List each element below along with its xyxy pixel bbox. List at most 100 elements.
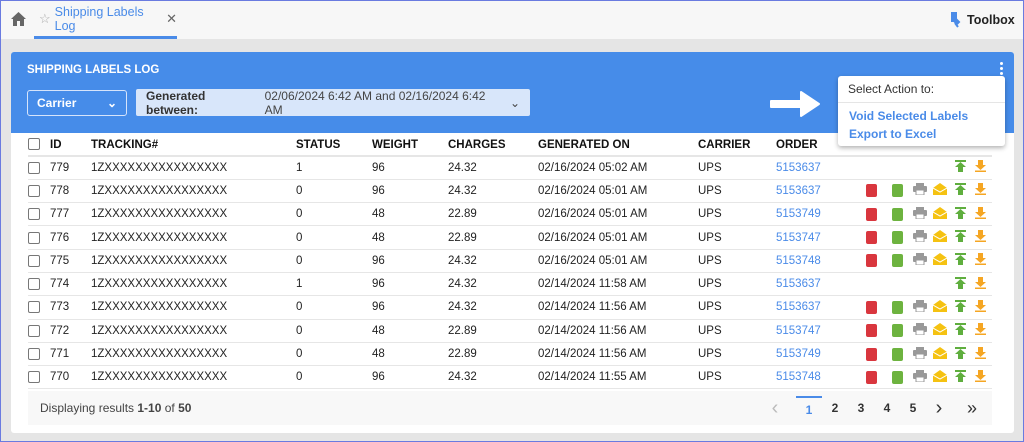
pdf-icon[interactable]	[858, 207, 884, 221]
row-checkbox[interactable]	[28, 161, 40, 174]
order-link[interactable]: 5153637	[776, 301, 821, 313]
cell-carrier: UPS	[698, 278, 722, 291]
email-icon[interactable]	[930, 299, 950, 315]
column-id[interactable]: ID	[50, 134, 91, 157]
upload-icon[interactable]	[950, 160, 970, 175]
printer-icon[interactable]	[910, 323, 930, 338]
column-charges[interactable]: CHARGES	[448, 134, 538, 157]
pdf-icon[interactable]	[858, 347, 884, 361]
home-icon[interactable]	[11, 12, 26, 26]
printer-icon[interactable]	[910, 253, 930, 268]
download-icon[interactable]	[970, 323, 990, 338]
order-link[interactable]: 5153637	[776, 278, 821, 290]
void-selected-labels-item[interactable]: Void Selected Labels	[838, 107, 1005, 125]
order-link[interactable]: 5153749	[776, 348, 821, 360]
upload-icon[interactable]	[950, 230, 970, 245]
download-icon[interactable]	[970, 253, 990, 268]
download-icon[interactable]	[970, 183, 990, 198]
order-link[interactable]: 5153748	[776, 255, 821, 267]
row-checkbox[interactable]	[28, 254, 40, 267]
row-checkbox[interactable]	[28, 301, 40, 314]
printer-icon[interactable]	[910, 183, 930, 198]
upload-icon[interactable]	[950, 276, 970, 292]
email-icon[interactable]	[930, 183, 950, 198]
column-status[interactable]: STATUS	[296, 134, 372, 157]
pdf-icon[interactable]	[858, 184, 884, 198]
download-icon[interactable]	[970, 206, 990, 222]
pdf-green-icon[interactable]	[884, 184, 910, 198]
row-checkbox[interactable]	[28, 184, 40, 197]
email-icon[interactable]	[930, 323, 950, 338]
pdf-green-icon[interactable]	[884, 324, 910, 338]
next-page-button[interactable]: ›	[926, 397, 952, 420]
upload-icon[interactable]	[950, 299, 970, 315]
pdf-green-icon[interactable]	[884, 300, 910, 314]
printer-icon[interactable]	[910, 230, 930, 245]
printer-icon[interactable]	[910, 299, 930, 315]
last-page-button[interactable]: »	[952, 398, 992, 419]
date-range-filter[interactable]: Generated between: 02/06/2024 6:42 AM and…	[136, 89, 530, 117]
star-icon[interactable]: ☆	[39, 11, 51, 27]
printer-icon[interactable]	[910, 346, 930, 362]
order-link[interactable]: 5153747	[776, 232, 821, 244]
page-3-button[interactable]: 3	[848, 401, 874, 415]
page-5-button[interactable]: 5	[900, 401, 926, 415]
pdf-icon[interactable]	[858, 300, 884, 314]
order-link[interactable]: 5153637	[776, 185, 821, 197]
row-checkbox[interactable]	[28, 231, 40, 244]
download-icon[interactable]	[970, 230, 990, 245]
toolbox-button[interactable]: Toolbox	[941, 1, 1023, 39]
row-checkbox[interactable]	[28, 208, 40, 221]
export-to-excel-item[interactable]: Export to Excel	[838, 125, 1005, 143]
page-4-button[interactable]: 4	[874, 401, 900, 415]
prev-page-button[interactable]: ‹	[762, 397, 788, 420]
select-all-checkbox[interactable]	[28, 138, 40, 151]
download-icon[interactable]	[970, 346, 990, 362]
row-checkbox[interactable]	[28, 371, 40, 384]
email-icon[interactable]	[930, 253, 950, 268]
pdf-green-icon[interactable]	[884, 370, 910, 384]
email-icon[interactable]	[930, 230, 950, 245]
column-carrier[interactable]: CARRIER	[698, 134, 776, 157]
download-icon[interactable]	[970, 160, 990, 175]
upload-icon[interactable]	[950, 369, 970, 385]
download-icon[interactable]	[970, 299, 990, 315]
upload-icon[interactable]	[950, 206, 970, 222]
page-1-button[interactable]: 1	[796, 395, 822, 417]
order-link[interactable]: 5153749	[776, 208, 821, 220]
upload-icon[interactable]	[950, 323, 970, 338]
close-icon[interactable]: ✕	[166, 11, 177, 27]
row-checkbox[interactable]	[28, 278, 40, 291]
cell-carrier: UPS	[698, 231, 722, 244]
page-2-button[interactable]: 2	[822, 401, 848, 415]
pdf-green-icon[interactable]	[884, 254, 910, 268]
carrier-dropdown[interactable]: Carrier ⌄	[27, 90, 127, 116]
download-icon[interactable]	[970, 369, 990, 385]
row-checkbox[interactable]	[28, 324, 40, 337]
order-link[interactable]: 5153748	[776, 371, 821, 383]
upload-icon[interactable]	[950, 253, 970, 268]
email-icon[interactable]	[930, 346, 950, 362]
row-checkbox[interactable]	[28, 348, 40, 360]
column-tracking[interactable]: TRACKING#	[91, 134, 296, 157]
upload-icon[interactable]	[950, 183, 970, 198]
column-weight[interactable]: WEIGHT	[372, 134, 448, 157]
pdf-icon[interactable]	[858, 370, 884, 384]
more-options-icon[interactable]	[1000, 62, 1004, 77]
pdf-icon[interactable]	[858, 254, 884, 268]
pdf-green-icon[interactable]	[884, 347, 910, 361]
email-icon[interactable]	[930, 369, 950, 385]
upload-icon[interactable]	[950, 346, 970, 362]
pdf-icon[interactable]	[858, 324, 884, 338]
download-icon[interactable]	[970, 276, 990, 292]
pdf-green-icon[interactable]	[884, 207, 910, 221]
column-generated-on[interactable]: GENERATED ON	[538, 134, 698, 157]
pdf-green-icon[interactable]	[884, 231, 910, 245]
email-icon[interactable]	[930, 206, 950, 222]
order-link[interactable]: 5153747	[776, 325, 821, 337]
printer-icon[interactable]	[910, 369, 930, 385]
pdf-icon[interactable]	[858, 231, 884, 245]
order-link[interactable]: 5153637	[776, 162, 821, 174]
tab-shipping-labels-log[interactable]: ☆ Shipping Labels Log ✕	[34, 1, 177, 39]
printer-icon[interactable]	[910, 206, 930, 222]
